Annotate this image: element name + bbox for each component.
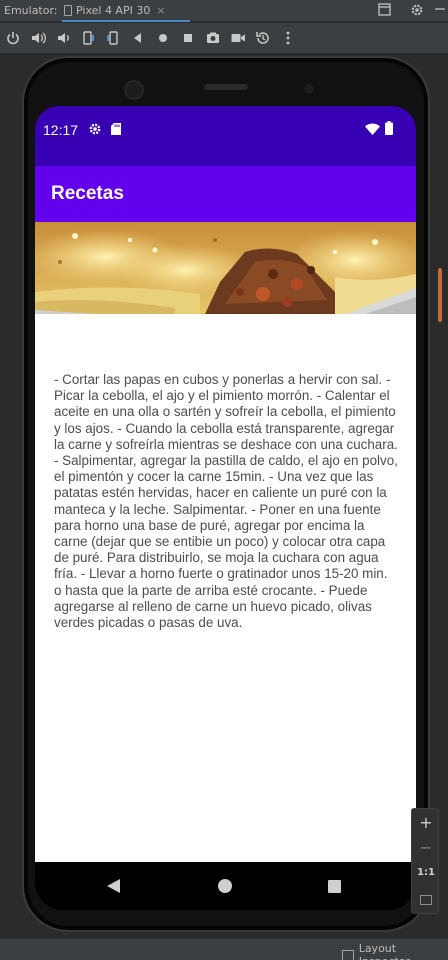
earpiece-speaker: [204, 84, 248, 90]
ide-scroll-indicator[interactable]: [438, 268, 442, 322]
nav-recents-icon[interactable]: [328, 880, 341, 893]
nav-back-icon[interactable]: [107, 879, 120, 893]
rotate-right-icon[interactable]: [102, 27, 124, 49]
device-tab[interactable]: Pixel 4 API 30 ×: [62, 0, 190, 22]
battery-icon: [385, 121, 393, 135]
volume-down-icon[interactable]: [52, 27, 74, 49]
tab-close-icon[interactable]: ×: [156, 4, 165, 17]
snapshot-icon[interactable]: [252, 27, 274, 49]
settings-icon[interactable]: [409, 3, 425, 19]
zoom-actual-size-button[interactable]: 1:1: [412, 861, 440, 885]
minimize-icon[interactable]: [432, 3, 448, 19]
back-icon[interactable]: [127, 27, 149, 49]
emulator-panel-title: Emulator:: [4, 4, 58, 17]
proximity-sensor: [304, 84, 314, 94]
ide-status-bar: Layout Inspector: [0, 938, 448, 960]
screenshot-icon[interactable]: [202, 27, 224, 49]
status-bar: 12:17: [35, 106, 416, 166]
rotate-left-icon[interactable]: [77, 27, 99, 49]
home-icon[interactable]: [152, 27, 174, 49]
ide-title-bar: Emulator: Pixel 4 API 30 ×: [0, 0, 448, 22]
wifi-icon: [365, 123, 380, 135]
recipe-image: [35, 222, 416, 314]
zoom-in-button[interactable]: +: [412, 811, 440, 835]
overview-icon[interactable]: [177, 27, 199, 49]
more-icon[interactable]: [277, 27, 299, 49]
volume-up-icon[interactable]: [27, 27, 49, 49]
zoom-fit-icon[interactable]: [420, 895, 432, 905]
device-icon: [64, 5, 72, 16]
zoom-controls: + − 1:1: [411, 808, 439, 914]
settings-notification-icon: [89, 123, 101, 135]
front-camera: [124, 80, 144, 100]
layout-inspector-label: Layout Inspector: [358, 942, 410, 960]
zoom-out-button[interactable]: −: [412, 836, 440, 860]
layout-inspector-icon: [342, 949, 354, 960]
window-layout-icon[interactable]: [376, 3, 392, 19]
screen-record-icon[interactable]: [227, 27, 249, 49]
sd-card-icon: [111, 123, 121, 135]
recipe-instructions: - Cortar las papas en cubos y ponerlas a…: [54, 372, 398, 631]
device-screen: 12:17 Recetas - Cortar las papas en cubo…: [35, 106, 416, 910]
layout-inspector-button[interactable]: Layout Inspector: [342, 942, 448, 960]
app-title: Recetas: [51, 183, 124, 204]
nav-home-icon[interactable]: [218, 879, 232, 893]
power-icon[interactable]: [2, 27, 24, 49]
recipe-content[interactable]: - Cortar las papas en cubos y ponerlas a…: [35, 314, 416, 862]
navigation-bar: [35, 862, 416, 910]
app-bar: Recetas: [35, 166, 416, 222]
emulator-toolbar: [0, 23, 448, 53]
device-tab-label: Pixel 4 API 30: [76, 3, 151, 17]
status-time: 12:17: [43, 122, 79, 138]
